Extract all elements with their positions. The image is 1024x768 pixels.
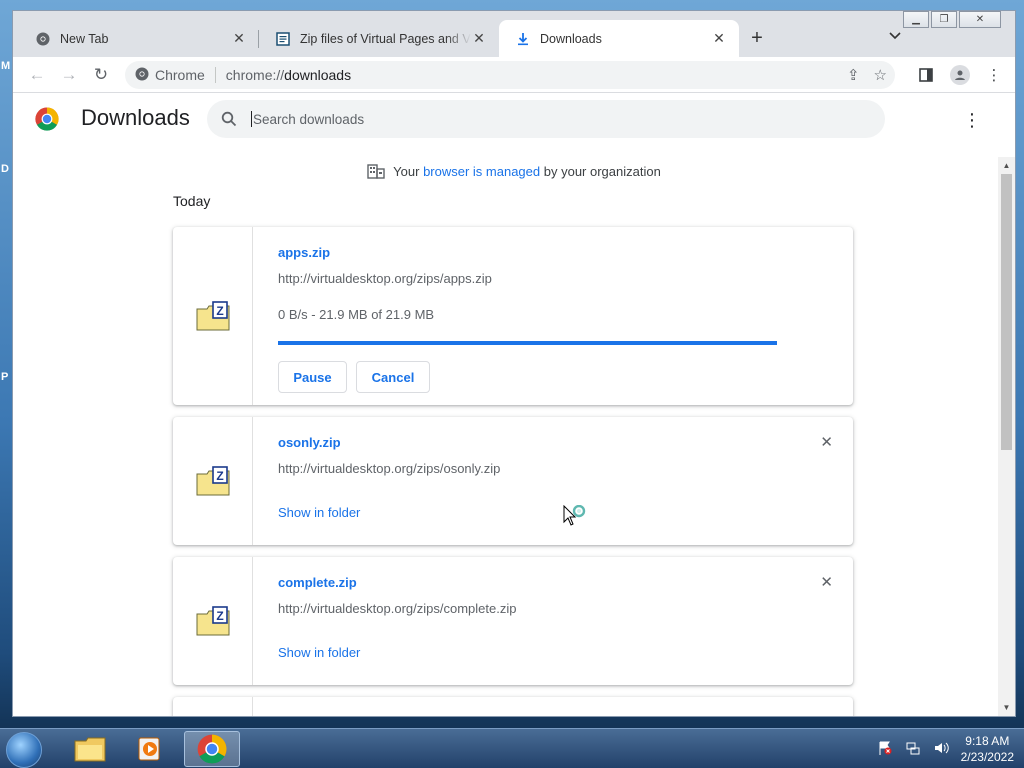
taskbar: 9:18 AM 2/23/2022 <box>0 728 1024 768</box>
file-name-link[interactable]: apps.zip <box>278 245 330 260</box>
file-name-link[interactable]: complete.zip <box>278 575 357 590</box>
zip-file-icon: Z <box>173 227 253 405</box>
search-placeholder: Search downloads <box>253 111 365 127</box>
action-center-flag-icon[interactable] <box>877 740 893 759</box>
document-icon <box>275 31 291 47</box>
forward-arrow-icon[interactable]: → <box>53 61 85 89</box>
tab-label: Downloads <box>540 31 602 46</box>
menu-kebab-icon[interactable]: ⋮ <box>983 64 1005 86</box>
chrome-taskbar-icon[interactable] <box>184 731 240 767</box>
search-icon <box>221 111 237 127</box>
tab-label: New Tab <box>60 31 109 46</box>
scroll-up-arrow-icon[interactable]: ▲ <box>998 157 1015 174</box>
show-in-folder-link[interactable]: Show in folder <box>278 505 360 520</box>
side-panel-icon[interactable] <box>915 64 937 86</box>
downloads-header: Downloads Search downloads ⋮ <box>13 93 1015 149</box>
download-status: 0 B/s - 21.9 MB of 21.9 MB <box>278 307 435 322</box>
address-bar[interactable]: Chrome chrome://downloads ⇪ ☆ <box>125 61 895 89</box>
download-item: Z osonly.zip http://virtualdesktop.org/z… <box>173 417 853 545</box>
bookmark-star-icon[interactable]: ☆ <box>874 66 887 84</box>
progress-bar <box>278 341 777 345</box>
scroll-thumb[interactable] <box>1001 174 1012 450</box>
page-title: Downloads <box>81 105 190 130</box>
back-arrow-icon[interactable]: ← <box>21 61 53 89</box>
zip-file-icon: Z <box>173 557 253 685</box>
close-icon[interactable]: ✕ <box>471 30 487 47</box>
profile-avatar-icon[interactable] <box>949 64 971 86</box>
managed-notice: Your browser is managed by your organiza… <box>13 163 1015 179</box>
file-url[interactable]: http://virtualdesktop.org/zips/complete.… <box>278 601 516 616</box>
chrome-icon <box>135 67 149 84</box>
svg-text:Z: Z <box>216 304 223 318</box>
chrome-icon <box>35 31 51 47</box>
browser-toolbar: ← → ↻ Chrome chrome://downloads ⇪ ☆ ⋮ <box>13 57 1015 93</box>
volume-icon[interactable] <box>933 740 949 759</box>
text-caret <box>251 111 252 127</box>
browser-window: New Tab ✕ Zip files of Virtual Pages and… <box>12 10 1016 717</box>
tab-zip-files[interactable]: Zip files of Virtual Pages and Virtual ✕ <box>259 20 499 57</box>
close-icon[interactable]: ✕ <box>231 30 247 47</box>
window-close-button[interactable]: ✕ <box>959 11 1001 28</box>
downloads-page: Downloads Search downloads ⋮ Your browse… <box>13 93 1015 716</box>
network-icon[interactable] <box>905 740 921 759</box>
start-button[interactable] <box>6 732 42 768</box>
download-item <box>173 697 853 716</box>
remove-item-close-icon[interactable]: ✕ <box>820 433 833 451</box>
card-icon-area <box>173 697 253 716</box>
share-icon[interactable]: ⇪ <box>847 66 860 84</box>
remove-item-close-icon[interactable]: ✕ <box>820 573 833 591</box>
clock-date: 2/23/2022 <box>960 750 1014 764</box>
file-url[interactable]: http://virtualdesktop.org/zips/apps.zip <box>278 271 492 286</box>
svg-text:Z: Z <box>216 469 223 483</box>
page-scrollbar[interactable]: ▲ ▼ <box>998 157 1015 716</box>
search-input[interactable]: Search downloads <box>207 100 885 138</box>
clock-time: 9:18 AM <box>965 734 1010 748</box>
tab-label: Zip files of Virtual Pages and Virtual <box>300 31 471 46</box>
file-url[interactable]: http://virtualdesktop.org/zips/osonly.zi… <box>278 461 500 476</box>
site-label: Chrome <box>155 67 205 83</box>
download-item: Z apps.zip http://virtualdesktop.org/zip… <box>173 227 853 405</box>
pause-button[interactable]: Pause <box>278 361 347 393</box>
svg-text:Z: Z <box>216 609 223 623</box>
managed-link[interactable]: browser is managed <box>423 164 540 179</box>
scroll-down-arrow-icon[interactable]: ▼ <box>998 699 1015 716</box>
desktop-icon-label[interactable]: D <box>1 163 9 175</box>
file-name-link[interactable]: osonly.zip <box>278 435 341 450</box>
new-tab-button[interactable]: + <box>739 20 775 57</box>
download-item: Z complete.zip http://virtualdesktop.org… <box>173 557 853 685</box>
section-label: Today <box>173 193 211 209</box>
taskbar-clock[interactable]: 9:18 AM 2/23/2022 <box>961 733 1014 765</box>
busy-cursor-icon <box>563 505 586 526</box>
maximize-button[interactable]: ❐ <box>931 11 957 28</box>
cancel-button[interactable]: Cancel <box>356 361 430 393</box>
show-in-folder-link[interactable]: Show in folder <box>278 645 360 660</box>
divider <box>214 67 216 83</box>
desktop-icon-label[interactable]: P <box>1 371 8 383</box>
chrome-logo-icon <box>35 107 59 131</box>
file-explorer-icon[interactable] <box>62 731 118 767</box>
window-controls: ▁ ❐ ✕ <box>903 11 1001 28</box>
tab-downloads[interactable]: Downloads ✕ <box>499 20 739 57</box>
system-tray: 9:18 AM 2/23/2022 <box>877 733 1014 765</box>
zip-file-icon: Z <box>173 417 253 545</box>
url-text: chrome://downloads <box>225 67 352 83</box>
tab-strip: New Tab ✕ Zip files of Virtual Pages and… <box>13 11 1015 59</box>
tab-new-tab[interactable]: New Tab ✕ <box>19 20 259 57</box>
media-player-icon[interactable] <box>122 731 178 767</box>
more-actions-icon[interactable]: ⋮ <box>963 111 981 129</box>
download-icon <box>515 31 531 47</box>
building-icon <box>367 164 385 179</box>
desktop-icon-label[interactable]: M <box>1 60 10 72</box>
tab-search-chevron-icon[interactable] <box>889 29 901 43</box>
reload-icon[interactable]: ↻ <box>85 61 117 89</box>
minimize-button[interactable]: ▁ <box>903 11 929 28</box>
close-icon[interactable]: ✕ <box>711 30 727 47</box>
